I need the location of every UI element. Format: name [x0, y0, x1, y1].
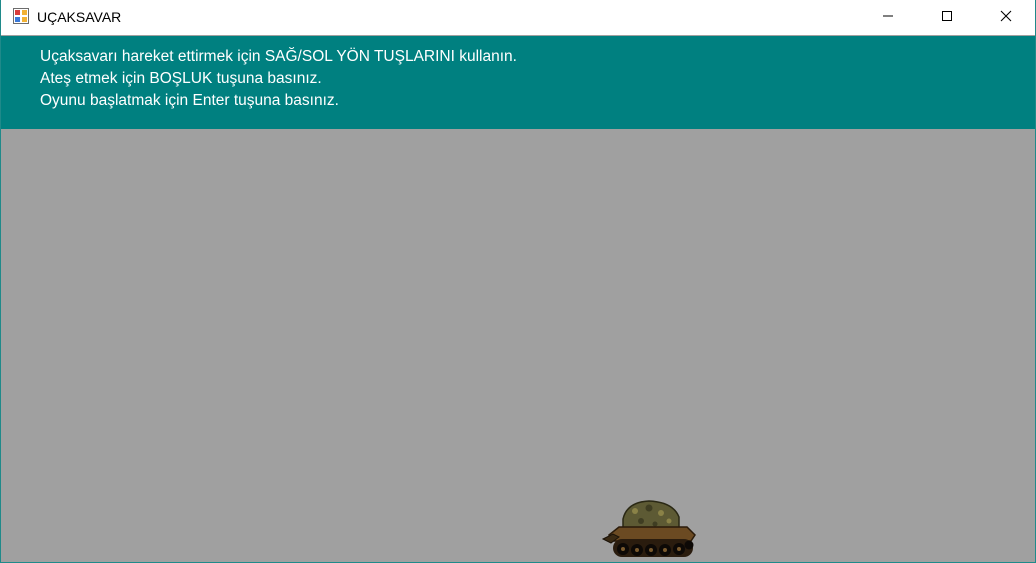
maximize-button[interactable]	[918, 0, 976, 35]
minimize-icon	[882, 9, 894, 27]
game-area[interactable]	[1, 129, 1035, 562]
maximize-icon	[941, 9, 953, 27]
game-window: UÇAKSAVAR Uçaksavarı hareket ettirmek iç…	[0, 0, 1036, 563]
instruction-start: Oyunu başlatmak için Enter tuşuna basını…	[40, 92, 339, 109]
instruction-fire: Ateş etmek için BOŞLUK tuşuna basınız.	[40, 70, 322, 87]
close-icon	[1000, 9, 1012, 27]
tank-player[interactable]	[601, 499, 697, 562]
instructions-panel: Uçaksavarı hareket ettirmek için SAĞ/SOL…	[1, 36, 1035, 129]
app-icon	[13, 8, 29, 24]
window-title: UÇAKSAVAR	[37, 9, 122, 25]
minimize-button[interactable]	[859, 0, 917, 35]
tank-icon	[601, 500, 696, 557]
close-button[interactable]	[977, 0, 1035, 35]
instruction-move: Uçaksavarı hareket ettirmek için SAĞ/SOL…	[40, 48, 517, 65]
title-bar[interactable]: UÇAKSAVAR	[1, 0, 1035, 35]
